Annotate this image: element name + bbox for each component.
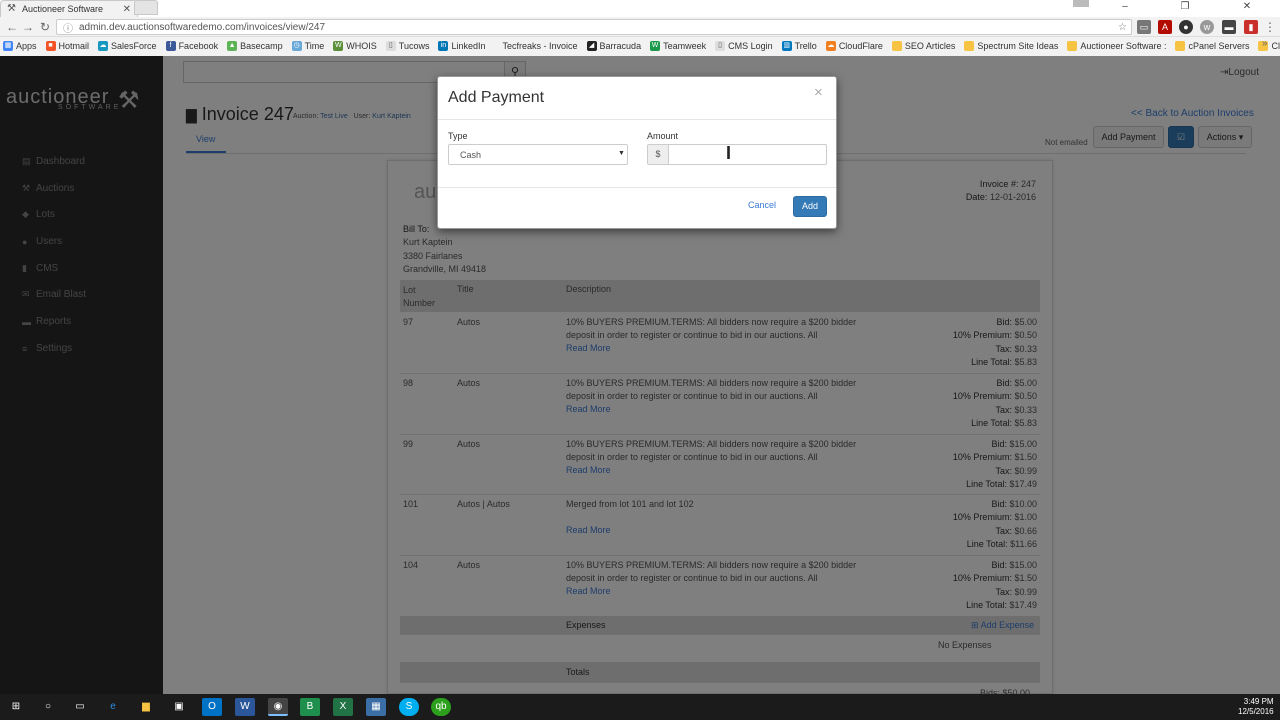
chrome-icon[interactable]: ◉: [268, 698, 288, 716]
bookmark[interactable]: ▥ Trello: [781, 41, 817, 51]
reload-icon[interactable]: ↻: [37, 19, 53, 35]
barracuda-icon: ◢: [586, 41, 597, 51]
whois-icon: W: [333, 41, 344, 51]
windows-start-icon[interactable]: ⊞: [6, 698, 26, 716]
acrobat-icon[interactable]: A: [1158, 20, 1172, 34]
address-toolbar: ← → ↻ ⓘ admin.dev.auctionsoftwaredemo.co…: [0, 17, 1280, 37]
forward-arrow-icon[interactable]: →: [20, 19, 36, 35]
close-window-icon[interactable]: ✕: [1236, 0, 1258, 14]
bookmark[interactable]: W WHOIS: [333, 41, 377, 51]
bookmark[interactable]: ☁ CloudFlare: [825, 41, 883, 51]
close-tab-icon[interactable]: ✕: [123, 4, 131, 15]
taskbar: [0, 694, 1280, 720]
app-icon[interactable]: B: [300, 698, 320, 716]
extension-icon[interactable]: ▬: [1222, 20, 1236, 34]
word-icon[interactable]: W: [235, 698, 255, 716]
folder-icon: [891, 41, 902, 51]
bookmark[interactable]: W Teamweek: [650, 41, 706, 51]
minimize-icon[interactable]: –: [1114, 0, 1136, 14]
quickbooks-icon[interactable]: qb: [431, 698, 451, 716]
app-icon[interactable]: ▦: [366, 698, 386, 716]
search-circle-icon[interactable]: ○: [38, 698, 58, 716]
bookmark[interactable]: f Facebook: [165, 41, 218, 51]
cancel-button[interactable]: Cancel: [748, 200, 776, 210]
gavel-favicon-icon: ⚒: [7, 3, 16, 14]
bookmark[interactable]: ▯ CMS Login: [715, 41, 773, 51]
facebook-icon: f: [165, 41, 176, 51]
modal-backdrop[interactable]: [0, 56, 163, 694]
folder-icon: [964, 41, 975, 51]
store-icon[interactable]: ▣: [169, 698, 189, 716]
star-icon[interactable]: ☆: [1118, 22, 1127, 33]
more-bookmarks-icon[interactable]: »: [1262, 38, 1268, 49]
type-label: Type: [448, 131, 468, 141]
extension-icon[interactable]: w: [1200, 20, 1214, 34]
page-icon: ▯: [385, 41, 396, 51]
cast-icon[interactable]: ▭: [1137, 20, 1151, 34]
browser-tab-title: Auctioneer Software: [22, 4, 104, 14]
extension-icon[interactable]: ▮: [1244, 20, 1258, 34]
bookmark[interactable]: SEO Articles: [891, 41, 955, 51]
hotmail-icon: ■: [45, 41, 56, 51]
amount-input[interactable]: [668, 144, 827, 165]
bookmark[interactable]: ◷ Time: [291, 41, 324, 51]
amount-label: Amount: [647, 131, 679, 141]
linkedin-icon: in: [438, 41, 449, 51]
text-cursor-icon: I: [726, 143, 732, 163]
add-payment-modal: Add Payment × Type Cash ▼ Amount $ I Can…: [437, 76, 837, 229]
system-clock[interactable]: 3:49 PM 12/5/2016: [1238, 697, 1274, 717]
url-field[interactable]: ⓘ admin.dev.auctionsoftwaredemo.com/invo…: [56, 19, 1132, 35]
restore-icon[interactable]: ❐: [1174, 0, 1196, 14]
info-icon[interactable]: ⓘ: [63, 20, 73, 35]
time-icon: ◷: [291, 41, 302, 51]
bookmark[interactable]: ◢ Barracuda: [586, 41, 641, 51]
skype-icon[interactable]: S: [399, 698, 419, 716]
bookmark[interactable]: ☁ SalesForce: [98, 41, 157, 51]
page-icon: ▯: [715, 41, 726, 51]
new-tab-button[interactable]: [134, 0, 158, 15]
bookmark[interactable]: Spectrum Site Ideas: [964, 41, 1058, 51]
bookmark[interactable]: ■ Hotmail: [45, 41, 89, 51]
modal-divider: [438, 119, 836, 120]
bookmark[interactable]: cPanel Servers: [1175, 41, 1249, 51]
bookmark[interactable]: ▦ Apps: [3, 41, 37, 51]
bookmark[interactable]: ▲ Basecamp: [227, 41, 283, 51]
salesforce-icon: ☁: [98, 41, 109, 51]
modal-title: Add Payment: [448, 89, 545, 106]
apps-icon: ▦: [3, 41, 13, 51]
caret-down-icon: ▼: [618, 150, 625, 157]
trello-icon: ▥: [781, 41, 792, 51]
bookmark[interactable]: in LinkedIn: [438, 41, 486, 51]
excel-icon[interactable]: X: [333, 698, 353, 716]
close-icon[interactable]: ×: [814, 84, 823, 101]
folder-icon: [1067, 41, 1078, 51]
bookmarks-bar: ▦ Apps ■ Hotmail ☁ SalesForce f Facebook ▲ Ba…: [0, 37, 1280, 55]
basecamp-icon: ▲: [227, 41, 238, 51]
url-text: admin.dev.auctionsoftwaredemo.com/invoic…: [79, 21, 326, 33]
browser-tab[interactable]: ⚒ Auctioneer Software ✕: [0, 0, 138, 17]
modal-divider: [438, 187, 836, 188]
payment-type-select[interactable]: Cash: [448, 144, 628, 165]
extension-icon[interactable]: ●: [1179, 20, 1193, 34]
menu-icon[interactable]: ⋮: [1262, 19, 1278, 35]
bookmark[interactable]: Tecfreaks - Invoice: [503, 41, 578, 51]
file-explorer-icon[interactable]: ▆: [136, 698, 156, 716]
currency-addon: $: [647, 144, 669, 165]
bookmark[interactable]: ▯ Tucows: [385, 41, 429, 51]
task-view-icon[interactable]: ▭: [70, 698, 90, 716]
teamweek-icon: W: [650, 41, 661, 51]
cloudflare-icon: ☁: [825, 41, 836, 51]
profile-icon[interactable]: [1073, 0, 1089, 7]
bookmark[interactable]: Auctioneer Software :: [1067, 41, 1166, 51]
folder-icon: [1175, 41, 1186, 51]
back-arrow-icon[interactable]: ←: [4, 19, 20, 35]
browser-tab-bar: ⚒ Auctioneer Software ✕ – ❐ ✕: [0, 0, 1280, 17]
add-button[interactable]: Add: [793, 196, 827, 217]
outlook-icon[interactable]: O: [202, 698, 222, 716]
edge-icon[interactable]: e: [103, 698, 123, 716]
